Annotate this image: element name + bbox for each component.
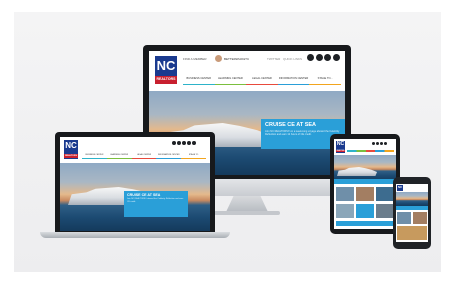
linkedin-icon[interactable] [182, 141, 186, 145]
nc-realtors-logo-phone[interactable]: NC [397, 185, 403, 191]
promo-text: Join NC REALTORS® aboard the Celebrity R… [127, 198, 184, 203]
phone-hero-image [396, 192, 428, 206]
account-link[interactable]: BETTERWHO&TC [224, 57, 249, 61]
twitter-link[interactable]: TWITTER [267, 57, 280, 61]
instagram-icon[interactable] [192, 141, 196, 145]
content-tile[interactable] [356, 187, 374, 201]
facebook-icon[interactable] [172, 141, 176, 145]
promo-title: CRUISE CE AT SEA [127, 193, 161, 197]
phone-website: NC [396, 184, 428, 242]
laptop-website: NC REALTORS BUSINESS CENTER LEARNING CEN… [60, 137, 210, 231]
nc-realtors-logo-tablet[interactable]: NC REALTORS [336, 141, 345, 153]
monitor-foot [214, 211, 280, 215]
laptop-base [40, 232, 230, 238]
cruise-promo-box-laptop[interactable]: CRUISE CE AT SEA Join NC REALTORS® aboar… [124, 191, 188, 217]
nc-realtors-logo[interactable]: NC REALTORS [155, 56, 177, 84]
avatar [215, 55, 222, 62]
tablet-website: NC REALTORS [334, 139, 396, 229]
nav-stage-to[interactable]: STAGE TO... [309, 74, 341, 85]
tablet-promo-bar[interactable] [334, 179, 396, 184]
laptop-header: NC REALTORS BUSINESS CENTER LEARNING CEN… [60, 137, 210, 163]
phone-header: NC [396, 184, 428, 192]
twitter-icon[interactable] [315, 54, 323, 61]
promo-title: CRUISE CE AT SEA [265, 122, 317, 128]
tablet-nav-strip[interactable] [347, 150, 394, 152]
nav-learning-center[interactable]: LEARNING CENTER [214, 74, 247, 85]
desktop-main-nav: BUSINESS CENTER LEARNING CENTER LEGAL CE… [183, 74, 341, 85]
content-tile[interactable] [336, 204, 354, 218]
social-icons [307, 54, 340, 61]
youtube-icon[interactable] [384, 142, 387, 145]
nav-legal-center[interactable]: LEGAL CENTER [131, 152, 157, 159]
content-tile[interactable] [376, 204, 394, 218]
tablet-hero-image [334, 155, 396, 181]
facebook-icon[interactable] [372, 142, 375, 145]
quick-links-link[interactable]: QUICK LINKS [283, 57, 302, 61]
desktop-header: NC REALTORS FIND A MEMBER BETTERWHO&TC T… [149, 51, 345, 91]
phone-promo-bar[interactable] [396, 206, 428, 210]
content-tile[interactable] [397, 212, 411, 224]
nav-learning-center[interactable]: LEARNING CENTER [106, 152, 132, 159]
content-tile[interactable] [356, 204, 374, 218]
laptop-social-icons [172, 141, 196, 145]
nav-business-center[interactable]: BUSINESS CENTER [82, 152, 107, 159]
laptop-hero-image: CRUISE CE AT SEA Join NC REALTORS® aboar… [60, 163, 210, 231]
nav-information-center[interactable]: INFORMATION CENTER [156, 152, 182, 159]
content-tile[interactable] [376, 187, 394, 201]
find-member-link[interactable]: FIND A MEMBER [183, 57, 207, 61]
nav-information-center[interactable]: INFORMATION CENTER [277, 74, 310, 85]
promo-text: Join NC REALTORS® on a week-long voyage … [265, 130, 340, 137]
tablet-footer-bar [336, 221, 394, 226]
linkedin-icon[interactable] [324, 54, 331, 61]
content-tile[interactable] [336, 187, 354, 201]
laptop-main-nav: BUSINESS CENTER LEARNING CENTER LEGAL CE… [82, 152, 206, 159]
nav-stage-to[interactable]: STAGE TO [181, 152, 206, 159]
facebook-icon[interactable] [307, 54, 314, 61]
nav-business-center[interactable]: BUSINESS CENTER [183, 74, 215, 85]
twitter-icon[interactable] [376, 142, 379, 145]
tablet-social-icons [372, 142, 387, 145]
nav-legal-center[interactable]: LEGAL CENTER [246, 74, 278, 85]
linkedin-icon[interactable] [380, 142, 383, 145]
tablet-header: NC REALTORS [334, 139, 396, 155]
content-tile[interactable] [397, 226, 427, 240]
cruise-ship [337, 167, 377, 176]
youtube-icon[interactable] [332, 54, 340, 61]
twitter-icon[interactable] [177, 141, 181, 145]
content-tile[interactable] [413, 212, 427, 224]
youtube-icon[interactable] [187, 141, 191, 145]
nc-realtors-logo-laptop[interactable]: NC REALTORS [64, 140, 78, 159]
